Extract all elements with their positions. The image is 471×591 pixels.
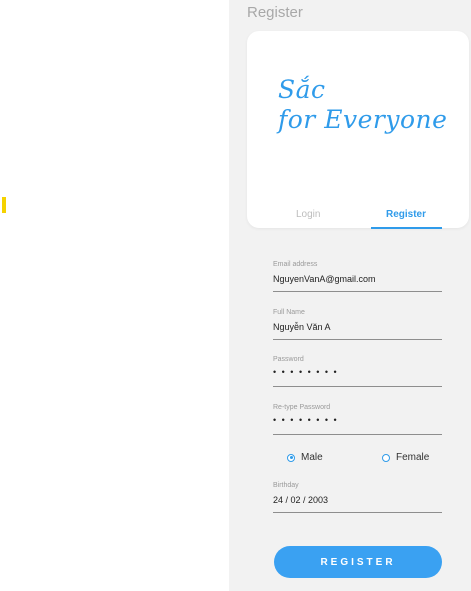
email-label: Email address (273, 261, 318, 268)
full-name-input[interactable]: Nguyễn Văn A (273, 322, 331, 332)
logo-line-2: for Everyone (278, 105, 448, 134)
register-screen: Register Sắc for Everyone Login Register… (229, 0, 471, 591)
radio-unchecked-icon (382, 453, 390, 462)
email-field[interactable]: Email address NguyenVanA@gmail.com (273, 261, 442, 292)
radio-checked-icon (287, 453, 295, 462)
birthday-field[interactable]: Birthday 24 / 02 / 2003 (273, 482, 442, 513)
auth-tabs: Login Register (247, 202, 469, 229)
active-tab-indicator (371, 227, 442, 229)
screen-title: Register (247, 4, 303, 21)
email-input[interactable]: NguyenVanA@gmail.com (273, 274, 376, 284)
female-label: Female (396, 452, 430, 463)
birthday-input[interactable]: 24 / 02 / 2003 (273, 495, 328, 505)
highlight-marker (2, 197, 6, 213)
password-label: Password (273, 356, 304, 363)
full-name-label: Full Name (273, 309, 305, 316)
retype-password-input[interactable]: • • • • • • • • (273, 415, 338, 425)
birthday-label: Birthday (273, 482, 299, 489)
tab-login[interactable]: Login (296, 209, 320, 220)
retype-password-label: Re-type Password (273, 404, 331, 411)
header-card: Sắc for Everyone Login Register (247, 31, 469, 229)
tab-register[interactable]: Register (386, 209, 426, 220)
full-name-field[interactable]: Full Name Nguyễn Văn A (273, 309, 442, 340)
logo-line-1: Sắc (278, 75, 326, 104)
retype-password-field[interactable]: Re-type Password • • • • • • • • (273, 404, 442, 435)
register-button[interactable]: REGISTER (274, 546, 442, 578)
app-logo: Sắc for Everyone (278, 75, 447, 135)
password-field[interactable]: Password • • • • • • • • (273, 356, 442, 387)
male-label: Male (301, 452, 323, 463)
password-input[interactable]: • • • • • • • • (273, 367, 338, 377)
gender-radio-male[interactable]: Male (287, 452, 323, 463)
gender-radio-female[interactable]: Female (382, 452, 429, 463)
